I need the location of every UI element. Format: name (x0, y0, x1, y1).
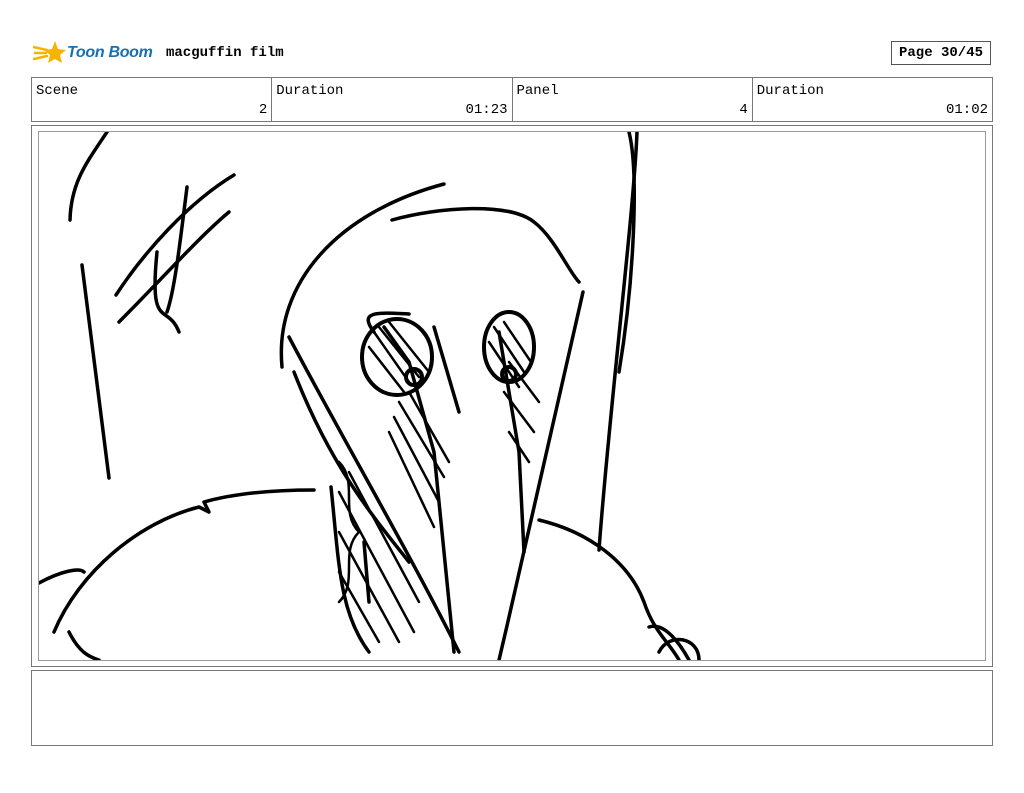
scene-duration-cell: Duration 01:23 (272, 78, 513, 121)
scene-cell: Scene 2 (32, 78, 273, 121)
scene-duration-value: 01:23 (465, 102, 508, 118)
toon-boom-logo: Toon Boom (33, 38, 158, 70)
info-row: Scene 2 Duration 01:23 Panel 4 Duration … (31, 77, 993, 122)
panel-drawing-area (38, 131, 986, 661)
panel-duration-cell: Duration 01:02 (753, 78, 992, 121)
toon-boom-star-icon (33, 41, 66, 63)
panel-duration-value: 01:02 (945, 102, 988, 118)
scene-label: Scene (36, 83, 79, 99)
logo-text: Toon Boom (67, 44, 153, 61)
panel-duration-label: Duration (756, 83, 824, 99)
panel-label: Panel (516, 83, 559, 99)
project-title: macguffin film (166, 45, 284, 61)
scene-value: 2 (258, 102, 268, 118)
panel-cell: Panel 4 (513, 78, 753, 121)
panel-notes (31, 670, 993, 746)
page-number: Page 30/45 (891, 41, 991, 65)
scene-duration-label: Duration (276, 83, 344, 99)
panel-frame (31, 125, 993, 667)
storyboard-sketch (39, 132, 701, 660)
panel-value: 4 (739, 102, 748, 118)
